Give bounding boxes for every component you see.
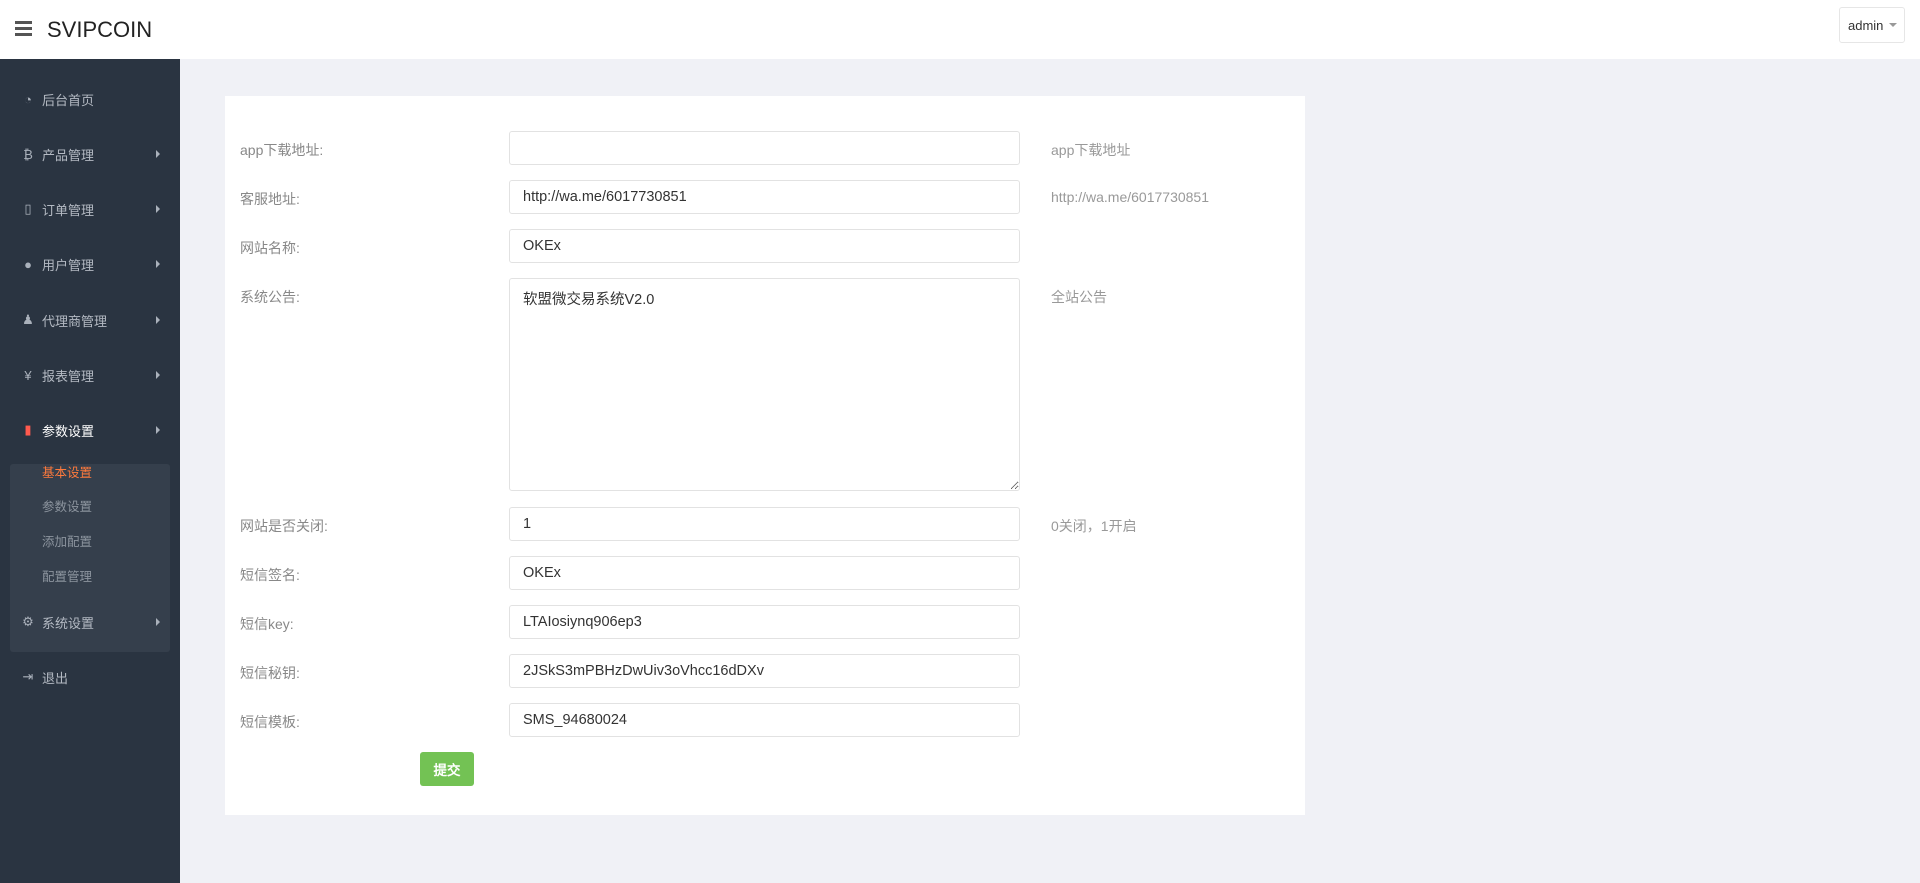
user-icon: ● [24, 256, 32, 272]
field-label: 短信签名: [240, 567, 300, 583]
top-header: SVIPCOIN admin [0, 0, 1920, 59]
caret-right-icon [156, 371, 160, 379]
sidebar-item-label: 报表管理 [42, 368, 95, 384]
field-input-7[interactable] [509, 654, 1020, 688]
submenu-item-2[interactable]: 添加配置 [42, 531, 92, 550]
caret-right-icon [156, 618, 160, 626]
field-input-2[interactable] [509, 229, 1020, 263]
field-hint: app下载地址 [1051, 142, 1131, 158]
caret-right-icon [156, 316, 160, 324]
submenu-item-1[interactable]: 参数设置 [42, 496, 92, 515]
sidebar-item-2[interactable]: ▯ 订单管理 [0, 194, 180, 224]
submenu-item-3[interactable]: 配置管理 [42, 566, 92, 585]
user-dropdown[interactable]: admin [1839, 7, 1905, 43]
sidebar: ◔ 后台首页 ₿ 产品管理 ▯ 订单管理 ● 用户管理 ♟ 代理商管理 ¥ 报表管理 ▮ 参数设置 ⚙ 系统设… [0, 59, 180, 883]
sidebar-item-label: 退出 [42, 670, 69, 686]
sidebar-item-label: 系统设置 [42, 615, 95, 631]
field-input-5[interactable] [509, 556, 1020, 590]
files-icon: ▮ [24, 422, 32, 437]
field-input-8[interactable] [509, 703, 1020, 737]
sidebar-item-8[interactable]: ⇥ 退出 [0, 662, 180, 692]
sidebar-item-7[interactable]: ⚙ 系统设置 [0, 607, 180, 637]
field-label: 短信秘钥: [240, 665, 300, 681]
sidebar-item-0[interactable]: ◔ 后台首页 [0, 84, 180, 114]
submenu-item-0[interactable]: 基本设置 [42, 462, 92, 481]
gears-icon: ⚙ [22, 614, 34, 629]
sidebar-item-1[interactable]: ₿ 产品管理 [0, 139, 180, 169]
yen-icon: ¥ [24, 367, 32, 383]
brand-title: SVIPCOIN [47, 17, 153, 42]
agent-icon: ♟ [22, 312, 34, 327]
dashboard-icon: ◔ [24, 91, 32, 107]
sidebar-item-6[interactable]: ▮ 参数设置 [0, 415, 180, 445]
caret-right-icon [156, 260, 160, 268]
files-icon: ▯ [24, 201, 32, 216]
bitcoin-icon: ₿ [23, 146, 33, 162]
caret-right-icon [156, 426, 160, 434]
sidebar-item-label: 参数设置 [42, 423, 95, 439]
field-label: 系统公告: [240, 289, 300, 305]
sidebar-item-label: 用户管理 [42, 257, 95, 273]
field-label: 短信模板: [240, 714, 300, 730]
sidebar-item-label: 产品管理 [42, 147, 95, 163]
caret-right-icon [156, 150, 160, 158]
field-label: app下载地址: [240, 142, 324, 158]
sidebar-item-label: 订单管理 [42, 202, 95, 218]
caret-down-icon [1889, 23, 1898, 27]
sign-out-icon: ⇥ [22, 669, 34, 684]
sidebar-item-4[interactable]: ♟ 代理商管理 [0, 305, 180, 335]
sidebar-item-label: 后台首页 [42, 92, 95, 108]
field-input-6[interactable] [509, 605, 1020, 639]
menu-toggle-icon[interactable] [15, 21, 32, 36]
user-name: admin [1848, 17, 1884, 33]
field-input-1[interactable] [509, 180, 1020, 214]
field-label: 网站是否关闭: [240, 518, 328, 534]
field-hint: 0关闭，1开启 [1051, 518, 1137, 534]
field-hint: http://wa.me/6017730851 [1051, 189, 1210, 205]
sidebar-item-5[interactable]: ¥ 报表管理 [0, 360, 180, 390]
field-input-0[interactable] [509, 131, 1020, 165]
sidebar-item-3[interactable]: ● 用户管理 [0, 249, 180, 279]
submit-button[interactable]: 提交 [420, 752, 474, 786]
field-input-4[interactable] [509, 507, 1020, 541]
field-hint: 全站公告 [1051, 289, 1107, 305]
field-input-3[interactable]: 软盟微交易系统V2.0 [509, 278, 1020, 491]
sidebar-item-label: 代理商管理 [42, 313, 108, 329]
field-label: 网站名称: [240, 240, 300, 256]
field-label: 短信key: [240, 616, 294, 632]
caret-right-icon [156, 205, 160, 213]
field-label: 客服地址: [240, 191, 300, 207]
